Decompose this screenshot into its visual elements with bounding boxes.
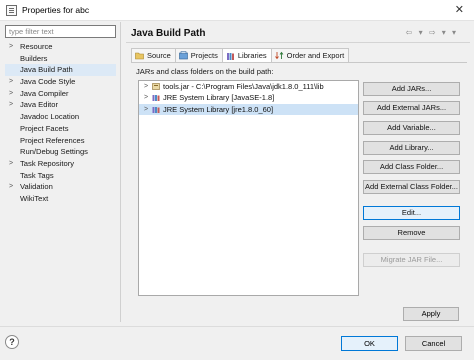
sidebar-item-project-references[interactable]: Project References — [5, 135, 116, 147]
jar-icon — [152, 83, 160, 90]
sidebar-item-label: Validation — [20, 182, 53, 192]
window-title: Properties for abc — [22, 5, 90, 15]
sidebar-item-label: WikiText — [20, 193, 49, 203]
expand-arrow-icon[interactable]: > — [144, 104, 148, 115]
sidebar-item-label: Project Facets — [20, 123, 69, 133]
tab-label: Source — [147, 50, 171, 60]
tree-row-jre-1-8-0-60[interactable]: > JRE System Library [jre1.8.0_60] — [139, 103, 358, 115]
sidebar-item-label: Project References — [20, 135, 85, 145]
add-jars-button[interactable]: Add JARs... — [363, 82, 460, 96]
sidebar-item-label: Java Code Style — [20, 77, 76, 87]
tab-panel-border — [131, 62, 467, 63]
expand-arrow-icon[interactable]: > — [9, 76, 13, 88]
sidebar-item-label: Task Tags — [20, 170, 54, 180]
ok-button[interactable]: OK — [341, 336, 398, 351]
sidebar-item-label: Javadoc Location — [20, 112, 80, 122]
properties-window-icon — [6, 5, 17, 16]
add-library-button[interactable]: Add Library... — [363, 141, 460, 155]
expand-arrow-icon[interactable]: > — [9, 41, 13, 53]
sidebar-item-label: Run/Debug Settings — [20, 147, 88, 157]
tree-row-label: JRE System Library [jre1.8.0_60] — [163, 104, 274, 114]
tree-row-tools-jar[interactable]: > tools.jar - C:\Program Files\Java\jdk1… — [139, 81, 358, 92]
sidebar-item-java-code-style[interactable]: > Java Code Style — [5, 76, 116, 88]
pane-splitter[interactable] — [120, 22, 121, 322]
sidebar-item-java-compiler[interactable]: > Java Compiler — [5, 88, 116, 100]
sidebar-item-label: Java Editor — [20, 100, 58, 110]
page-title: Java Build Path — [131, 28, 206, 39]
tab-label: Projects — [190, 50, 218, 60]
sidebar-item-wikitext[interactable]: WikiText — [5, 193, 116, 205]
sidebar-item-label: Resource — [20, 42, 53, 51]
expand-arrow-icon[interactable]: > — [9, 88, 13, 100]
footer-divider — [0, 326, 474, 327]
order-export-icon — [274, 51, 283, 60]
sidebar-item-builders[interactable]: Builders — [5, 53, 116, 65]
tree-row-jre-javase-1-8[interactable]: > JRE System Library [JavaSE-1.8] — [139, 92, 358, 103]
tree-row-label: JRE System Library [JavaSE-1.8] — [163, 93, 275, 103]
tab-libraries[interactable]: Libraries — [221, 48, 272, 63]
sidebar-item-task-tags[interactable]: Task Tags — [5, 170, 116, 182]
apply-button[interactable]: Apply — [403, 307, 459, 321]
tab-label: Libraries — [237, 51, 267, 60]
projects-icon — [178, 51, 188, 60]
help-icon[interactable]: ? — [5, 335, 19, 349]
close-icon[interactable]: ✕ — [455, 3, 464, 16]
expand-arrow-icon[interactable]: > — [9, 99, 13, 111]
sidebar-item-resource[interactable]: > Resource — [5, 41, 116, 53]
sidebar-item-label: Task Repository — [20, 158, 75, 168]
filter-input[interactable] — [5, 25, 116, 38]
jars-label: JARs and class folders on the build path… — [136, 67, 274, 76]
tree-row-label: tools.jar - C:\Program Files\Java\jdk1.8… — [163, 82, 324, 91]
libraries-icon — [226, 52, 234, 60]
add-external-class-folder-button[interactable]: Add External Class Folder... — [363, 180, 460, 194]
add-external-jars-button[interactable]: Add External JARs... — [363, 101, 460, 115]
build-path-tree[interactable]: > tools.jar - C:\Program Files\Java\jdk1… — [138, 80, 359, 296]
page-navigation-arrows[interactable]: ⇦ ▾ ⇨ ▾ ▾ — [406, 28, 458, 37]
sidebar-item-java-build-path[interactable]: Java Build Path — [5, 64, 116, 77]
library-icon — [152, 106, 160, 113]
sidebar-item-project-facets[interactable]: Project Facets — [5, 123, 116, 135]
tab-projects[interactable]: Projects — [174, 48, 223, 62]
sidebar-item-java-editor[interactable]: > Java Editor — [5, 99, 116, 111]
add-class-folder-button[interactable]: Add Class Folder... — [363, 160, 460, 174]
tab-strip: Source Projects Libraries Order and Expo… — [131, 48, 350, 63]
tab-label: Order and Export — [286, 50, 345, 60]
sidebar-item-javadoc-location[interactable]: Javadoc Location — [5, 111, 116, 123]
remove-button[interactable]: Remove — [363, 226, 460, 240]
sidebar-item-run-debug-settings[interactable]: Run/Debug Settings — [5, 146, 116, 158]
expand-arrow-icon[interactable]: > — [9, 181, 13, 193]
sidebar-item-label: Java Compiler — [20, 88, 69, 98]
title-divider — [126, 42, 470, 43]
add-variable-button[interactable]: Add Variable... — [363, 121, 460, 135]
sidebar-item-label: Builders — [20, 53, 48, 63]
tab-source[interactable]: Source — [131, 48, 176, 62]
title-bar: Properties for abc ✕ — [0, 0, 474, 21]
library-icon — [152, 95, 160, 102]
edit-button[interactable]: Edit... — [363, 206, 460, 220]
preference-tree: > Resource Builders Java Build Path > Java… — [5, 41, 116, 205]
cancel-button[interactable]: Cancel — [405, 336, 462, 351]
expand-arrow-icon[interactable]: > — [9, 158, 13, 170]
sidebar-item-task-repository[interactable]: > Task Repository — [5, 158, 116, 170]
migrate-jar-button[interactable]: Migrate JAR File... — [363, 253, 460, 267]
source-folder-icon — [135, 52, 144, 60]
expand-arrow-icon[interactable]: > — [144, 92, 148, 103]
tab-order-and-export[interactable]: Order and Export — [270, 48, 350, 62]
sidebar-item-label: Java Build Path — [20, 65, 73, 75]
expand-arrow-icon[interactable]: > — [144, 81, 148, 92]
sidebar-item-validation[interactable]: > Validation — [5, 181, 116, 193]
